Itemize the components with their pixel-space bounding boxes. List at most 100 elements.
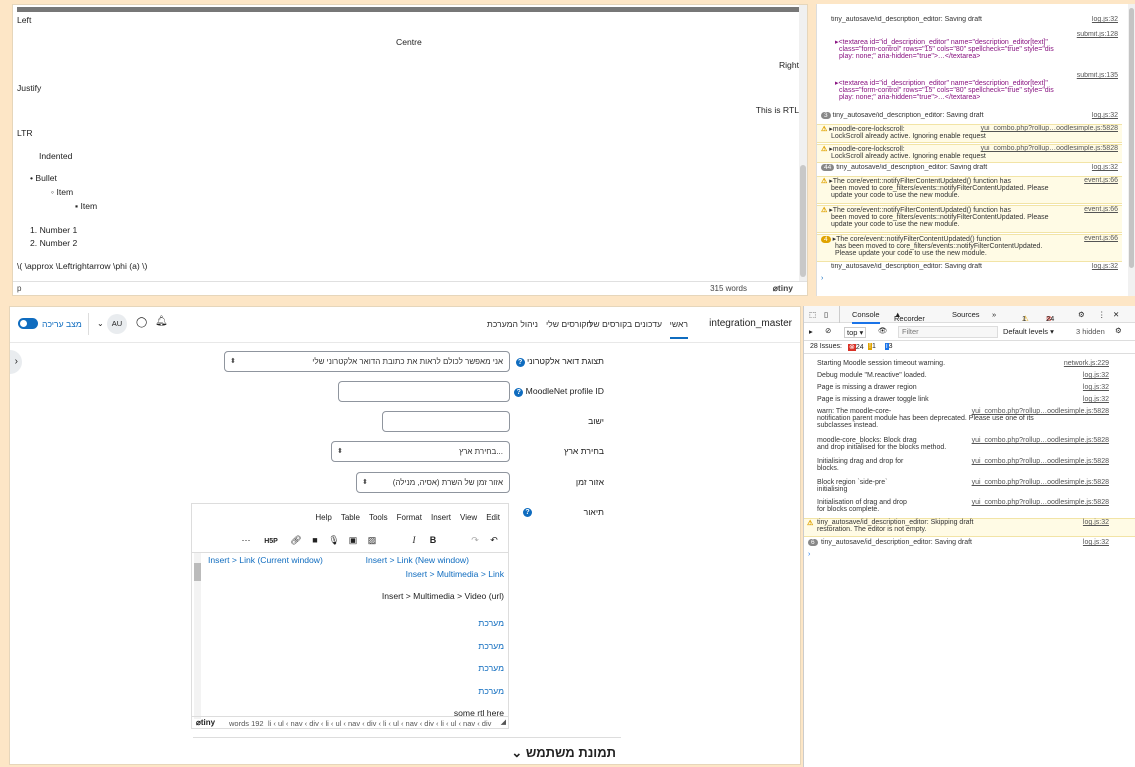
microphone-icon[interactable]: 🎙︎ xyxy=(326,535,342,546)
element-path[interactable]: p xyxy=(17,284,21,293)
menu-help[interactable]: Help xyxy=(315,513,331,522)
menu-tools[interactable]: Tools xyxy=(369,513,388,522)
image-icon[interactable]: ▨ xyxy=(364,535,380,546)
editor-scrollbar[interactable] xyxy=(194,553,201,719)
redo-icon[interactable]: ↷ xyxy=(467,535,483,546)
console-warning-row[interactable]: 4 ▸The core/event::notifyFilterContentUp… xyxy=(817,234,1122,262)
tiny-logo[interactable]: ⌀tiny xyxy=(773,283,793,294)
console-warning-row[interactable]: ⚠ tiny_autosave/id_description_editor: Sk… xyxy=(804,518,1135,537)
word-count[interactable]: words 192 xyxy=(229,719,264,728)
avatar[interactable]: AU xyxy=(107,314,127,334)
console-row[interactable]: submit.js:135 ▸<textarea id="id_descript… xyxy=(817,72,1122,112)
console-warning-row[interactable]: ⚠ ▸The core/event::notifyFilterContentUp… xyxy=(817,205,1122,233)
media-icon[interactable]: ▣ xyxy=(345,535,361,546)
kebab-menu-icon[interactable]: ⋮ xyxy=(1098,310,1106,319)
warning-icon: ⚠ xyxy=(821,126,828,133)
nav-home[interactable]: ראשי xyxy=(669,319,688,339)
tab-sources[interactable]: Sources xyxy=(952,310,980,319)
tiny-logo[interactable]: ⌀tiny xyxy=(196,718,215,727)
clear-console-icon[interactable]: ⊘ xyxy=(825,326,831,335)
editor-link[interactable]: מערכת xyxy=(478,641,504,651)
tab-console[interactable]: Console xyxy=(852,310,880,324)
editor-content[interactable]: Insert > Link (Current window) Insert > … xyxy=(192,552,508,719)
moodlenet-input[interactable] xyxy=(338,381,510,402)
console-row: 44 tiny_autosave/id_description_editor: … xyxy=(817,164,1122,175)
nav-site-admin[interactable]: ניהול המערכת xyxy=(487,319,538,329)
filter-input[interactable]: Filter xyxy=(898,326,998,338)
video-icon[interactable]: ■ xyxy=(307,535,323,545)
editor-statusbar: ⌀tiny words 192 li ‹ ul ‹ nav ‹ div ‹ li… xyxy=(192,716,508,728)
context-select[interactable]: top ▾ xyxy=(844,327,867,338)
console-warning-row[interactable]: ⚠ ▸moodle-core-lockscroll: yui_combo.php?… xyxy=(817,124,1122,143)
console-warning-row[interactable]: ⚠ ▸The core/event::notifyFilterContentUp… xyxy=(817,176,1122,204)
city-input[interactable] xyxy=(382,411,510,432)
console-row[interactable]: submit.js:128 ▸<textarea id="id_descript… xyxy=(817,31,1122,71)
nav-my-courses[interactable]: הקורסים שלי xyxy=(546,319,592,329)
menu-view[interactable]: View xyxy=(460,513,477,522)
site-name[interactable]: integration_master xyxy=(709,318,792,329)
console-warning-row[interactable]: ⚠ ▸moodle-core-lockscroll: yui_combo.php?… xyxy=(817,144,1122,163)
settings-icon[interactable]: ⚙ xyxy=(1078,310,1085,319)
console-settings-icon[interactable]: ⚙ xyxy=(1115,326,1122,335)
chevron-down-icon[interactable]: ⌄ xyxy=(97,319,104,328)
editor-link[interactable]: Insert > Link (New window) xyxy=(366,555,469,565)
editor-link[interactable]: Insert > Multimedia > Link xyxy=(406,569,504,579)
editor-link[interactable]: Insert > Link (Current window) xyxy=(208,555,323,565)
editor-link[interactable]: מערכת xyxy=(478,618,504,628)
more-tabs-icon[interactable]: » xyxy=(992,310,996,319)
bell-icon[interactable]: 🔔︎ xyxy=(155,316,168,327)
top-editor-panel: Left Centre Right Justify This is RTL LT… xyxy=(12,4,808,296)
editor-link[interactable]: מערכת xyxy=(478,686,504,696)
console-prompt[interactable]: › xyxy=(817,275,1122,286)
section-heading[interactable]: ⌄ תמונת משתמש xyxy=(511,745,616,761)
menu-insert[interactable]: Insert xyxy=(431,513,451,522)
help-icon[interactable]: ? xyxy=(515,358,525,367)
chat-icon[interactable]: ◯ xyxy=(136,317,147,328)
timezone-select[interactable]: ⬍ אזור זמן של השרת (אסיה, מנילה) xyxy=(356,472,510,493)
element-path[interactable]: li ‹ ul ‹ nav ‹ div ‹ li ‹ ul ‹ nav ‹ di… xyxy=(268,719,491,728)
link-icon[interactable]: 🔗︎ xyxy=(288,535,304,546)
error-icon: ⊗ xyxy=(848,344,856,351)
close-icon[interactable]: ✕ xyxy=(1113,310,1119,319)
menu-edit[interactable]: Edit xyxy=(486,513,500,522)
issues-errors[interactable]: ⊗24 xyxy=(848,343,864,351)
help-icon[interactable]: ? xyxy=(514,388,524,397)
select-arrows-icon: ⬍ xyxy=(230,358,236,365)
inspect-icon[interactable]: ⬚ xyxy=(809,310,816,319)
editor-link[interactable]: מערכת xyxy=(478,663,504,673)
undo-icon[interactable]: ↶ xyxy=(486,535,502,546)
italic-icon[interactable]: I xyxy=(406,535,422,545)
edit-mode-toggle[interactable] xyxy=(18,318,38,329)
nav-my-course-updates[interactable]: עדכונים בקורסים שלי xyxy=(587,319,662,329)
issues-warnings[interactable]: !1 xyxy=(868,343,876,350)
email-display-select[interactable]: ⬍ אני מאפשר לכולם לראות את כתובת הדואר אל… xyxy=(224,351,510,372)
log-levels-dropdown[interactable]: Default levels ▾ xyxy=(1003,327,1054,336)
bold-icon[interactable]: B xyxy=(425,535,441,545)
console-scrollbar[interactable] xyxy=(1128,4,1135,296)
help-icon[interactable]: ? xyxy=(523,508,532,517)
console-row: Debug module "M.reactive" loaded. log.js:… xyxy=(817,372,1109,379)
eye-icon[interactable]: 👁︎ xyxy=(878,326,888,335)
editor-text: Insert > Multimedia > Video (url) xyxy=(381,591,504,601)
editor-statusbar: p 315 words ⌀tiny xyxy=(13,281,807,295)
tab-recorder[interactable]: Recorder ▲ xyxy=(894,310,925,323)
sidebar-toggle-icon[interactable]: ▸ xyxy=(809,327,813,336)
device-toggle-icon[interactable]: ▯ xyxy=(824,310,828,319)
section-divider xyxy=(193,737,621,738)
nav-divider xyxy=(88,313,89,335)
country-select[interactable]: ⬍ בחירת ארץ... xyxy=(331,441,510,462)
word-count[interactable]: 315 words xyxy=(710,284,747,293)
moodlenet-label: ? MoodleNet profile ID xyxy=(514,386,604,397)
h5p-icon[interactable]: H5P xyxy=(257,538,285,545)
resize-handle-icon[interactable]: ◢ xyxy=(501,718,506,726)
more-icon[interactable]: ⋯ xyxy=(238,535,254,546)
drawer-toggle-button[interactable]: › xyxy=(10,350,22,374)
menu-format[interactable]: Format xyxy=(397,513,422,522)
editor-scrollbar[interactable] xyxy=(799,5,807,281)
console-prompt[interactable]: › xyxy=(804,551,1135,562)
description-editor[interactable]: Help Table Tools Format Insert View Edit ⋯ H5P 🔗… xyxy=(191,503,509,729)
console-row: Block region `side-pre` initialising yui_… xyxy=(817,479,1109,493)
issues-info[interactable]: i3 xyxy=(885,343,892,350)
menu-table[interactable]: Table xyxy=(341,513,360,522)
issues-bar[interactable]: 28 Issues: ⊗24 !1 i3 xyxy=(804,341,1135,354)
